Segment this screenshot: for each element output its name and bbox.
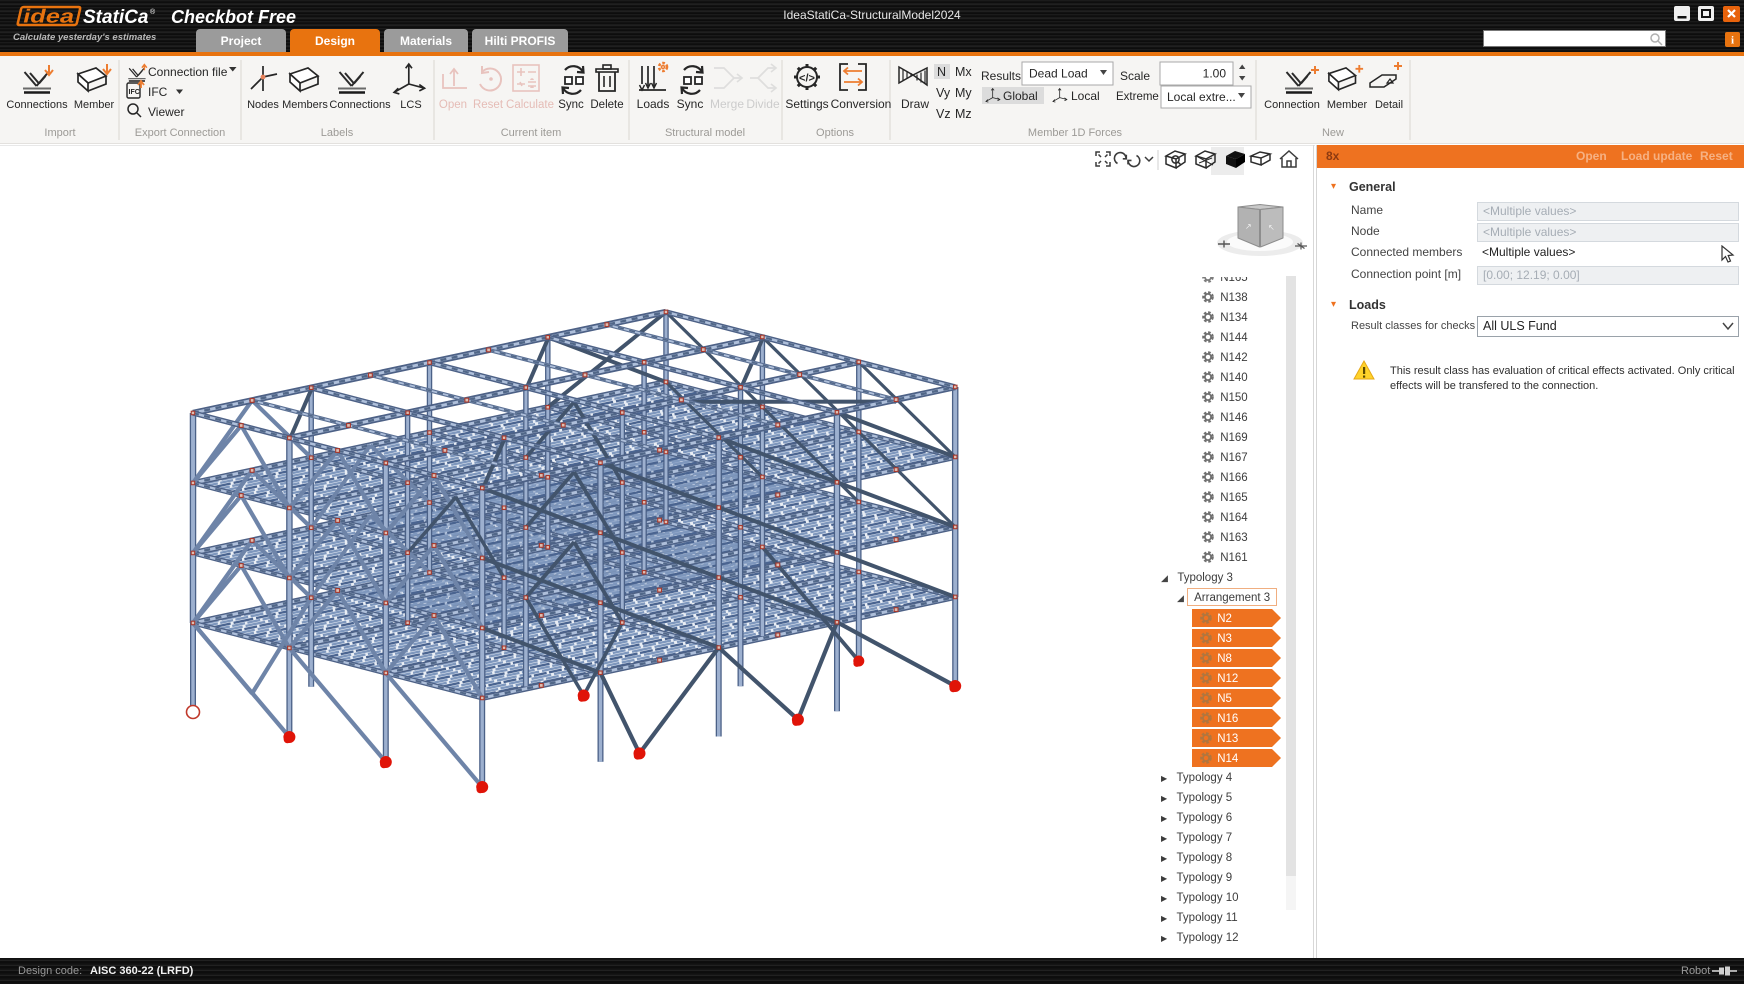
svg-text:↗: ↗	[1245, 222, 1252, 231]
svg-text:i: i	[1731, 35, 1734, 47]
svg-text:Detail: Detail	[1375, 99, 1403, 111]
svg-text:Member: Member	[1327, 99, 1368, 111]
svg-text:↖: ↖	[1268, 223, 1275, 232]
svg-text:New: New	[1322, 127, 1344, 139]
